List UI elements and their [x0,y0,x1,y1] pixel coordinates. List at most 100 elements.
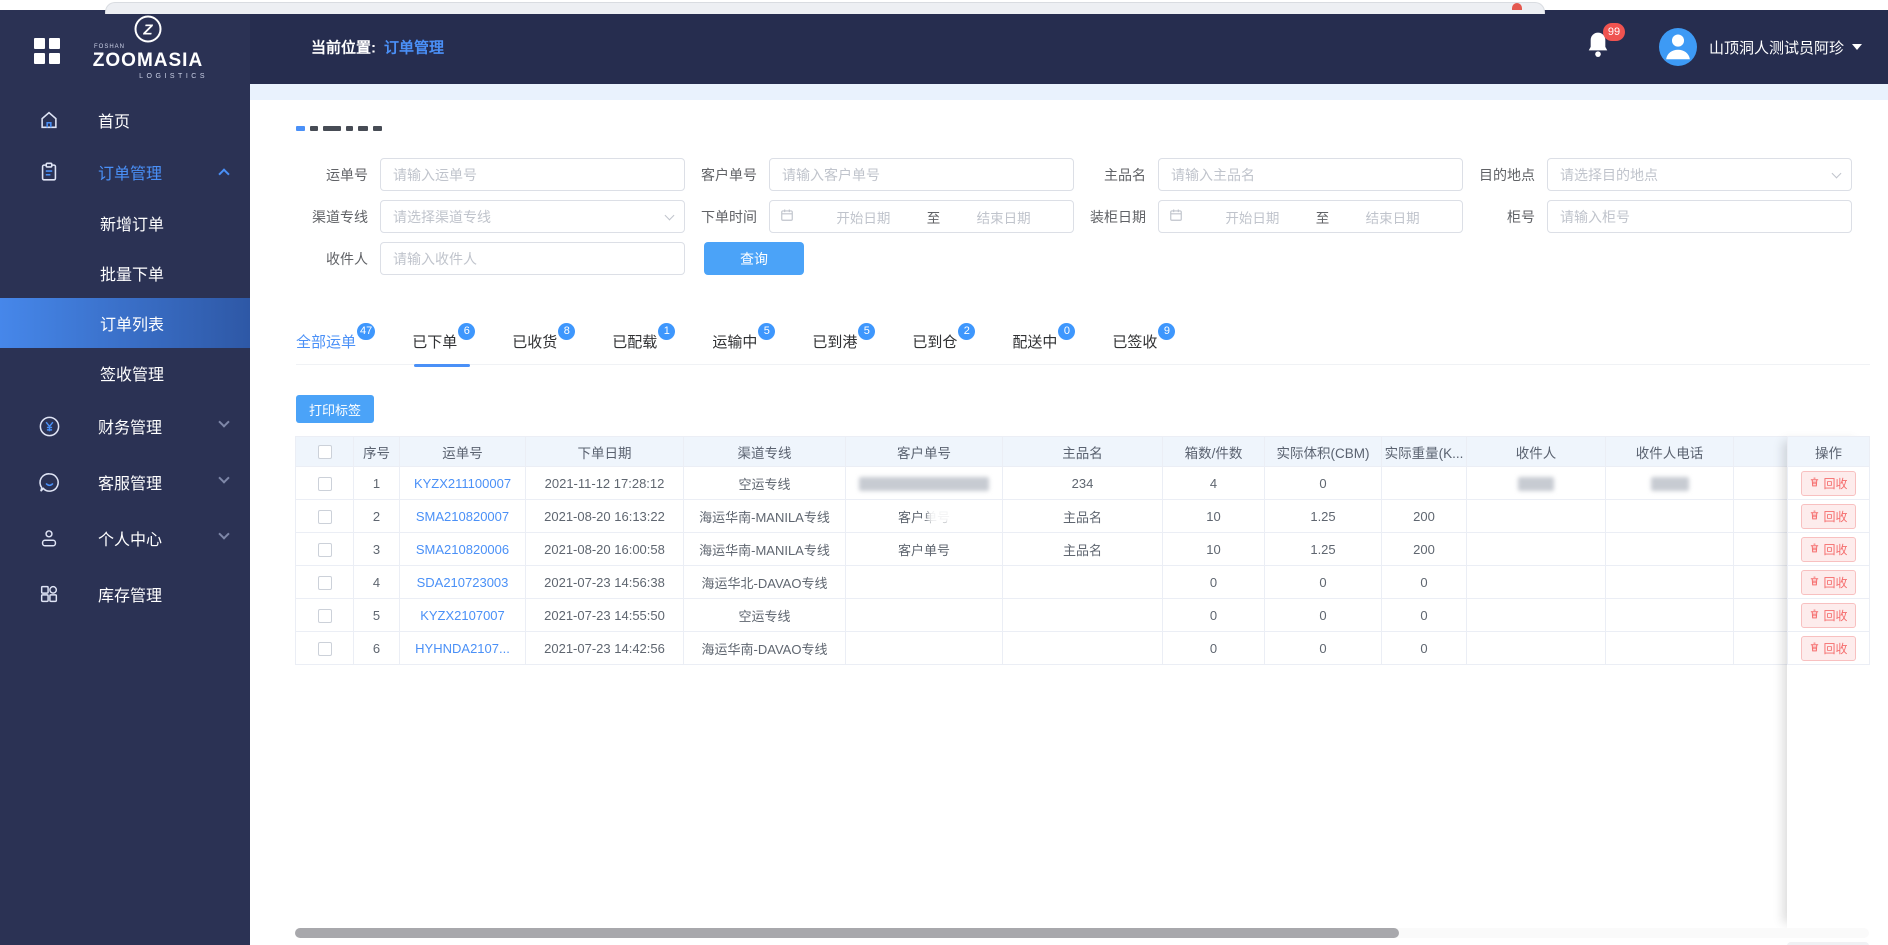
product-name-input[interactable] [1158,158,1463,191]
row-checkbox[interactable] [317,641,332,656]
sidebar-item-label: 批量下单 [100,267,165,284]
username[interactable]: 山顶洞人测试员阿珍 [1709,37,1844,58]
cell-receiver [1466,565,1606,599]
browser-chrome [0,0,1888,14]
waybill-link[interactable]: KYZX211100007 [414,476,511,491]
tab-arrived-port[interactable]: 已到港5 [812,323,876,352]
waybill-link[interactable]: KYZX2107007 [420,608,505,623]
daterange-separator: 至 [926,210,941,226]
recycle-button[interactable]: 回收 [1801,470,1856,496]
tab-placed[interactable]: 已下单6 [412,323,476,367]
sidebar-item-home[interactable]: 首页 [0,94,250,146]
tab-label: 已收货 [512,334,558,351]
sidebar-item-batch-order[interactable]: 批量下单 [0,248,250,298]
waybill-link[interactable]: HYHNDA2107... [415,641,510,656]
cell-seq: 4 [353,565,400,599]
sidebar-item-order-management[interactable]: 订单管理 [0,146,250,198]
caret-down-icon[interactable] [1852,44,1862,50]
recycle-button[interactable]: 回收 [1801,569,1856,595]
tab-loaded[interactable]: 已配载1 [612,323,676,352]
apps-grid-icon[interactable] [34,38,60,64]
row-checkbox[interactable] [317,509,332,524]
sidebar-item-receipt-management[interactable]: 签收管理 [0,348,250,398]
sidebar-item-inventory-management[interactable]: 库存管理 [0,566,250,622]
breadcrumb-link-order-management[interactable]: 订单管理 [384,40,444,57]
cell-checkbox [295,631,354,665]
filter-field-container-no [1547,200,1852,233]
cell-checkbox [295,565,354,599]
tab-label: 配送中 [1012,334,1058,351]
tab-count-badge: 47 [357,323,376,340]
filter-label-waybill-no: 运单号 [326,166,368,183]
container-no-input[interactable] [1547,200,1852,233]
tab-label: 已到仓 [912,334,958,351]
cell-customer_no: 客户单号 [845,499,1003,533]
sidebar-item-finance-management[interactable]: 财务管理 [0,398,250,454]
search-button[interactable]: 查询 [704,242,804,275]
col-header-spacer [1733,436,1788,467]
main-content: 运单号客户单号主品名目的地点请选择目的地点渠道专线请选择渠道专线下单时间开始日期… [250,84,1888,945]
tab-arrived-warehouse[interactable]: 已到仓2 [912,323,976,352]
tab-label: 已下单 [412,334,458,351]
recycle-label: 回收 [1823,509,1848,524]
waybill-no-input[interactable] [380,158,685,191]
channel-line-select[interactable]: 请选择渠道专线 [380,200,685,233]
tab-delivering[interactable]: 配送中0 [1012,323,1076,352]
print-label-button[interactable]: 打印标签 [296,395,375,423]
cell-date: 2021-08-20 16:13:22 [525,499,684,533]
recycle-button[interactable]: 回收 [1801,503,1856,529]
tab-received[interactable]: 已收货8 [512,323,576,352]
cell-date: 2021-07-23 14:55:50 [525,598,684,632]
cell-action: 回收 [1787,598,1870,632]
finance-icon [36,413,62,439]
row-checkbox[interactable] [317,608,332,623]
cell-phone [1605,532,1734,566]
sidebar-item-label: 订单列表 [100,317,165,334]
waybill-link[interactable]: SDA210723003 [417,575,509,590]
cell-weight: 0 [1381,565,1467,599]
select-all-checkbox[interactable] [317,445,332,460]
order-time-daterange[interactable]: 开始日期 至 结束日期 [769,200,1074,233]
clipped-heading-fragments [296,126,387,131]
receiver-input[interactable] [380,242,685,275]
col-header-receiver: 收件人 [1466,436,1606,467]
tab-count-badge: 6 [458,323,476,340]
trash-icon [1809,542,1820,557]
sidebar-item-personal-center[interactable]: 个人中心 [0,510,250,566]
waybill-link[interactable]: SMA210820006 [416,542,509,557]
row-checkbox[interactable] [317,575,332,590]
orders-table: 序号 运单号 下单日期 渠道专线 客户单号 主品名 箱数/件数 实际体积(CBM) 实际重量(K… [295,436,1870,665]
destination-select[interactable]: 请选择目的地点 [1547,158,1852,191]
cell-receiver [1466,466,1606,500]
avatar[interactable] [1658,28,1697,66]
recycle-button[interactable]: 回收 [1801,635,1856,661]
chevron-down-icon [218,416,230,428]
tab-signed[interactable]: 已签收9 [1112,323,1176,352]
notification-bell[interactable]: 99 [1585,22,1625,64]
container-date-daterange[interactable]: 开始日期 至 结束日期 [1158,200,1463,233]
waybill-link[interactable]: SMA210820007 [416,509,509,524]
cell-spacer [1733,598,1788,632]
tab-in-transit[interactable]: 运输中5 [712,323,776,352]
filter-field-product-name [1158,158,1463,191]
recycle-button[interactable]: 回收 [1801,602,1856,628]
sidebar-item-new-order[interactable]: 新增订单 [0,198,250,248]
horizontal-scrollbar-thumb[interactable] [295,928,1399,938]
cell-phone [1605,598,1734,632]
cell-receiver-redacted [1518,476,1554,491]
row-checkbox[interactable] [317,542,332,557]
row-checkbox[interactable] [317,476,332,491]
cell-seq: 5 [353,598,400,632]
filter-field-order-time: 开始日期 至 结束日期 [769,200,1074,233]
tab-all-waybills[interactable]: 全部运单47 [296,323,376,352]
home-icon [36,107,62,133]
table-row: 1 KYZX211100007 2021-11-12 17:28:12 空运专线 234… [295,466,1870,500]
sidebar-header: Z FOSHAN ZOOMASIA LOGISTICS [0,10,250,94]
sidebar-item-customer-service[interactable]: 客服管理 [0,454,250,510]
recycle-button[interactable]: 回收 [1801,536,1856,562]
sidebar-item-order-list[interactable]: 订单列表 [0,298,250,348]
customer-no-input[interactable] [769,158,1074,191]
clipboard-icon [36,159,62,185]
sidebar-item-label: 首页 [98,114,131,131]
cell-waybill: SMA210820007 [399,499,526,533]
